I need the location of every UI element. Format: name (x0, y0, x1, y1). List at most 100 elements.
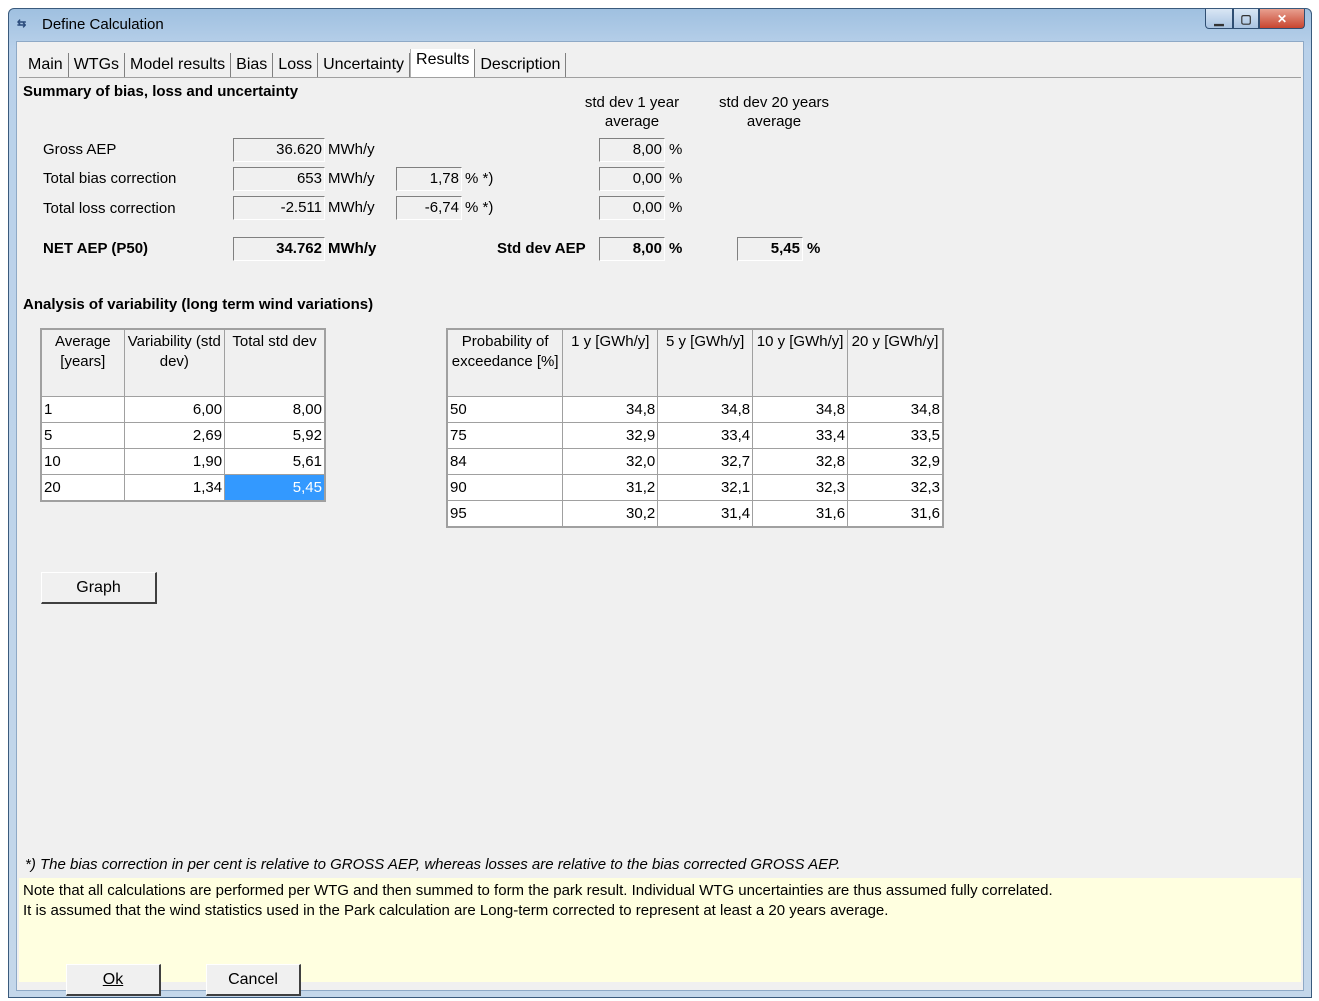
col-header-total-std-dev: Total std dev (224, 328, 326, 397)
cell-probability[interactable]: 50 (446, 396, 564, 423)
cell-total-std-dev[interactable]: 5,61 (224, 448, 326, 475)
net-aep-value: 34.762 (233, 237, 325, 261)
tab-strip: Main WTGs Model results Bias Loss Uncert… (23, 49, 567, 77)
cell-total-std-dev-selected[interactable]: 5,45 (224, 474, 326, 502)
table-row[interactable]: 1 6,00 8,00 (40, 396, 326, 423)
gross-aep-std: 8,00 (599, 138, 665, 162)
note-line-2: It is assumed that the wind statistics u… (23, 902, 889, 919)
tab-wtgs[interactable]: WTGs (68, 53, 126, 77)
graph-button[interactable]: Graph (41, 572, 157, 604)
std-dev-aep-1y: 8,00 (599, 237, 665, 261)
col-header-5y: 5 y [GWh/y] (657, 328, 754, 397)
bias-correction-std: 0,00 (599, 167, 665, 191)
cell-10y[interactable]: 31,6 (752, 500, 849, 528)
cell-probability[interactable]: 95 (446, 500, 564, 528)
dialog-client: Main WTGs Model results Bias Loss Uncert… (16, 41, 1304, 996)
results-panel: Summary of bias, loss and uncertainty st… (19, 77, 1301, 982)
table-row[interactable]: 84 32,0 32,7 32,8 32,9 (446, 448, 944, 475)
cell-1y[interactable]: 32,0 (562, 448, 659, 475)
variability-heading: Analysis of variability (long term wind … (23, 296, 374, 313)
title-bar[interactable]: ⇆ Define Calculation ▁ ▢ ✕ (9, 9, 1311, 41)
cell-5y[interactable]: 33,4 (657, 422, 754, 449)
loss-correction-std-unit: % (669, 199, 683, 216)
std-dev-aep-1y-unit: % (669, 240, 683, 257)
variability-table[interactable]: Average [years] Variability (std dev) To… (40, 328, 326, 502)
cell-20y[interactable]: 32,9 (847, 448, 944, 475)
cell-variability[interactable]: 6,00 (123, 396, 226, 423)
cell-1y[interactable]: 34,8 (562, 396, 659, 423)
cell-10y[interactable]: 32,8 (752, 448, 849, 475)
cell-variability[interactable]: 1,90 (123, 448, 226, 475)
table-row[interactable]: 10 1,90 5,61 (40, 448, 326, 475)
exceedance-table[interactable]: Probability of exceedance [%] 1 y [GWh/y… (446, 328, 944, 528)
cell-total-std-dev[interactable]: 8,00 (224, 396, 326, 423)
variability-header-row: Average [years] Variability (std dev) To… (40, 328, 326, 397)
cell-1y[interactable]: 30,2 (562, 500, 659, 528)
cell-variability[interactable]: 2,69 (123, 422, 226, 449)
gross-aep-label: Gross AEP (43, 141, 117, 158)
table-row[interactable]: 5 2,69 5,92 (40, 422, 326, 449)
cell-average[interactable]: 1 (40, 396, 125, 423)
cell-probability[interactable]: 75 (446, 422, 564, 449)
maximize-icon[interactable]: ▢ (1233, 9, 1259, 29)
table-row[interactable]: 50 34,8 34,8 34,8 34,8 (446, 396, 944, 423)
tab-loss[interactable]: Loss (273, 53, 319, 77)
cell-total-std-dev[interactable]: 5,92 (224, 422, 326, 449)
bias-correction-label: Total bias correction (43, 170, 177, 187)
bias-correction-pct: 1,78 (396, 167, 462, 191)
tab-main[interactable]: Main (23, 53, 69, 77)
cell-5y[interactable]: 32,1 (657, 474, 754, 501)
net-aep-label: NET AEP (P50) (43, 240, 149, 257)
table-row[interactable]: 20 1,34 5,45 (40, 474, 326, 502)
define-calculation-window: ⇆ Define Calculation ▁ ▢ ✕ Main WTGs Mod… (8, 8, 1312, 998)
ok-button[interactable]: Ok (66, 964, 161, 996)
loss-correction-std: 0,00 (599, 196, 665, 220)
window-controls: ▁ ▢ ✕ (1205, 9, 1305, 29)
std1-header-line2: average (604, 113, 660, 130)
cell-1y[interactable]: 31,2 (562, 474, 659, 501)
loss-correction-value: -2.511 (233, 196, 325, 220)
window-title: Define Calculation (42, 16, 164, 33)
cell-1y[interactable]: 32,9 (562, 422, 659, 449)
tab-bias[interactable]: Bias (231, 53, 274, 77)
tab-results[interactable]: Results (410, 49, 476, 77)
cancel-button[interactable]: Cancel (206, 964, 301, 996)
cell-5y[interactable]: 32,7 (657, 448, 754, 475)
gross-aep-unit: MWh/y (328, 141, 375, 158)
cell-average[interactable]: 5 (40, 422, 125, 449)
bias-correction-std-unit: % (669, 170, 683, 187)
minimize-icon[interactable]: ▁ (1205, 9, 1233, 29)
cell-average[interactable]: 20 (40, 474, 125, 502)
cell-10y[interactable]: 32,3 (752, 474, 849, 501)
gross-aep-std-unit: % (669, 141, 683, 158)
col-header-20y: 20 y [GWh/y] (847, 328, 944, 397)
cell-20y[interactable]: 33,5 (847, 422, 944, 449)
cell-10y[interactable]: 34,8 (752, 396, 849, 423)
table-row[interactable]: 95 30,2 31,4 31,6 31,6 (446, 500, 944, 528)
note-line-1: Note that all calculations are performed… (23, 882, 1053, 899)
loss-correction-unit: MWh/y (328, 199, 375, 216)
cell-probability[interactable]: 90 (446, 474, 564, 501)
loss-correction-pct-unit: % *) (465, 199, 494, 216)
cell-5y[interactable]: 34,8 (657, 396, 754, 423)
cell-variability[interactable]: 1,34 (123, 474, 226, 502)
cell-20y[interactable]: 31,6 (847, 500, 944, 528)
table-row[interactable]: 90 31,2 32,1 32,3 32,3 (446, 474, 944, 501)
close-icon[interactable]: ✕ (1259, 9, 1305, 29)
cell-20y[interactable]: 32,3 (847, 474, 944, 501)
tab-description[interactable]: Description (475, 53, 567, 77)
cell-5y[interactable]: 31,4 (657, 500, 754, 528)
tab-uncertainty[interactable]: Uncertainty (318, 53, 411, 77)
cell-probability[interactable]: 84 (446, 448, 564, 475)
bias-correction-unit: MWh/y (328, 170, 375, 187)
cell-20y[interactable]: 34,8 (847, 396, 944, 423)
cell-10y[interactable]: 33,4 (752, 422, 849, 449)
tab-model-results[interactable]: Model results (125, 53, 232, 77)
bias-correction-value: 653 (233, 167, 325, 191)
net-aep-unit: MWh/y (328, 240, 377, 257)
cell-average[interactable]: 10 (40, 448, 125, 475)
std20-header-line2: average (746, 113, 802, 130)
std-dev-aep-20y-unit: % (807, 240, 821, 257)
table-row[interactable]: 75 32,9 33,4 33,4 33,5 (446, 422, 944, 449)
std1-header-line1: std dev 1 year (584, 94, 680, 111)
